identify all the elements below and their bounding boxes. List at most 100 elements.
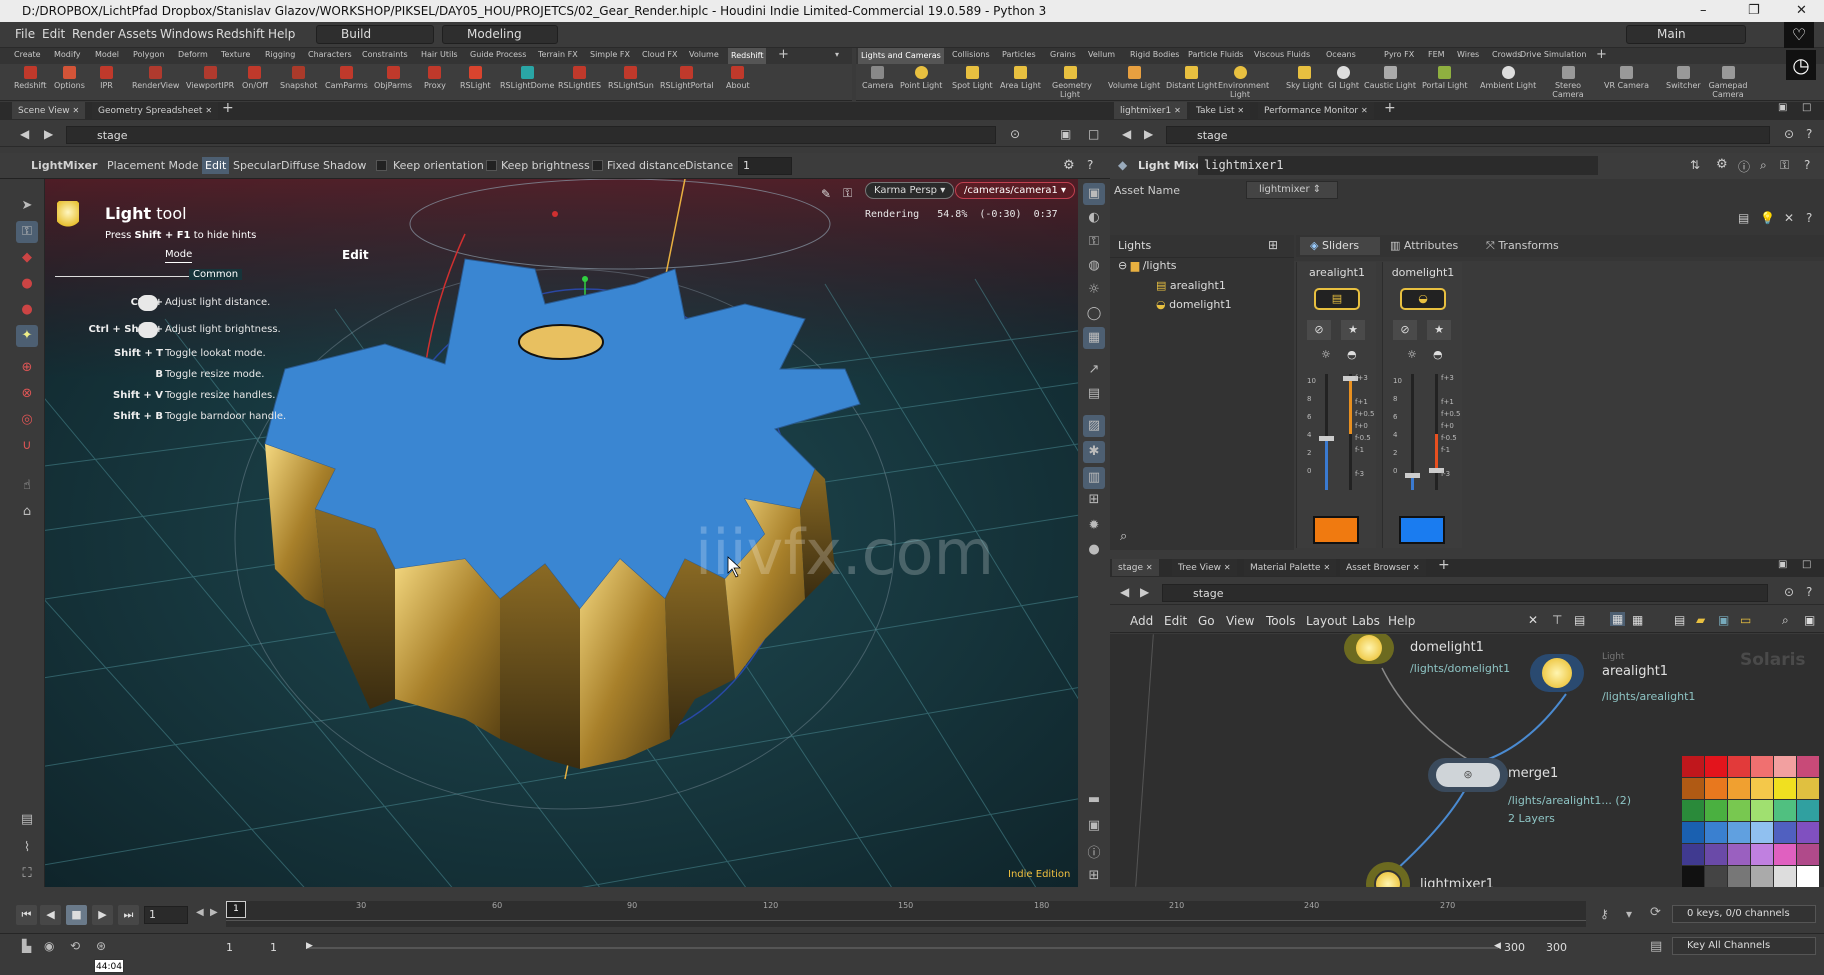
shelf-tool-volume-light[interactable]: Volume Light xyxy=(1108,66,1160,90)
mode-specular-button[interactable]: Specular xyxy=(230,157,284,174)
render-region-icon[interactable]: ▣ xyxy=(1083,815,1105,837)
layout-icon[interactable]: ▣ xyxy=(1778,102,1787,113)
grid-view-icon[interactable]: ▦ xyxy=(1610,612,1626,626)
tab-tree-view[interactable]: Tree View ✕ xyxy=(1172,559,1237,576)
rotate-icon[interactable]: ● xyxy=(16,299,38,321)
menu-windows[interactable]: Windows xyxy=(160,27,214,41)
node-arealight[interactable] xyxy=(1530,654,1584,692)
renderer-dropdown[interactable]: Karma Persp ▾ xyxy=(865,182,955,199)
tree-root-row[interactable]: ⊖ ▆ /lights xyxy=(1118,259,1177,272)
settings-icon[interactable]: ▣ xyxy=(1804,613,1815,627)
palette-swatch[interactable] xyxy=(1682,866,1704,887)
palette-swatch[interactable] xyxy=(1705,800,1727,821)
play-button[interactable]: ▶ xyxy=(92,905,113,925)
shelf-tab[interactable]: Wires xyxy=(1457,50,1479,59)
back-arrow-icon[interactable]: ◀ xyxy=(1120,585,1129,599)
palette-swatch[interactable] xyxy=(1774,756,1796,777)
range-start-a[interactable]: 1 xyxy=(226,941,233,954)
gear-icon[interactable]: ⚙ xyxy=(1716,157,1728,172)
close-icon[interactable]: ✕ xyxy=(1796,0,1807,22)
wrench-icon[interactable]: ✕ xyxy=(1528,613,1538,627)
close-tab-icon[interactable]: ✕ xyxy=(205,106,212,115)
pen-icon[interactable]: ✎ xyxy=(821,187,831,201)
node-name-field[interactable]: lightmixer1 xyxy=(1198,156,1598,175)
menu-edit[interactable]: Edit xyxy=(42,27,65,41)
display-icon[interactable]: ▣ xyxy=(1083,183,1105,205)
solo-star-icon[interactable]: ★ xyxy=(1427,320,1451,340)
step-back-button[interactable]: ◀ xyxy=(40,905,61,925)
geometry-icon[interactable]: ▦ xyxy=(1083,327,1105,349)
shelf-tab[interactable]: Cloud FX xyxy=(642,50,677,59)
mode-edit-button[interactable]: Edit xyxy=(202,157,230,174)
palette-swatch[interactable] xyxy=(1682,778,1704,799)
palette-swatch[interactable] xyxy=(1797,756,1819,777)
key-icon[interactable]: ⚷ xyxy=(1600,907,1609,921)
shelf-tool-viewportipr[interactable]: ViewportIPR xyxy=(186,66,234,90)
shelf-tab[interactable]: Rigid Bodies xyxy=(1130,50,1179,59)
viewer-path-field[interactable]: stage xyxy=(66,126,996,144)
palette-swatch[interactable] xyxy=(1774,800,1796,821)
shelf-tool-objparms[interactable]: ObjParms xyxy=(374,66,412,90)
magnet-icon[interactable]: ◎ xyxy=(16,409,38,431)
minimize-icon[interactable]: – xyxy=(1700,0,1707,22)
close-tab-icon[interactable]: ✕ xyxy=(1323,563,1330,572)
list-icon[interactable]: ▤ xyxy=(1574,613,1585,627)
sound-icon[interactable]: ◉ xyxy=(44,939,54,953)
select-arrow-icon[interactable]: ➤ xyxy=(16,195,38,217)
camera-dropdown[interactable]: /cameras/camera1 ▾ xyxy=(955,182,1076,199)
context-dropdown[interactable]: Modeling xyxy=(442,25,558,44)
viewport-scene[interactable]: iiivfx.com xyxy=(45,179,1078,887)
palette-swatch[interactable] xyxy=(1682,756,1704,777)
light-tool-icon[interactable]: ✦ xyxy=(16,325,38,347)
tree-icon[interactable]: ⊤ xyxy=(1552,613,1562,627)
palette-swatch[interactable] xyxy=(1774,866,1796,887)
menu-file[interactable]: File xyxy=(15,27,35,41)
palette-swatch[interactable] xyxy=(1751,800,1773,821)
box-icon[interactable]: ▭ xyxy=(1740,613,1751,627)
shelf-tool-proxy[interactable]: Proxy xyxy=(424,66,446,90)
shelf-tab[interactable]: Polygon xyxy=(133,50,164,59)
shelf-tool-about[interactable]: About xyxy=(726,66,750,90)
info-icon[interactable]: ⓘ xyxy=(1083,843,1105,865)
shelf-tab[interactable]: Particles xyxy=(1002,50,1036,59)
visibility-icon[interactable]: ◐ xyxy=(1083,207,1105,229)
shelf-tool-options[interactable]: Options xyxy=(54,66,85,90)
shelf-tool-area-light[interactable]: Area Light xyxy=(1000,66,1041,90)
shelf-tab[interactable]: Volume xyxy=(689,50,719,59)
step-left-icon[interactable]: ◀ xyxy=(196,907,204,918)
shelf-tab[interactable]: Collisions xyxy=(952,50,990,59)
move-icon[interactable]: ● xyxy=(16,273,38,295)
palette-swatch[interactable] xyxy=(1751,778,1773,799)
mute-icon[interactable]: ⊘ xyxy=(1307,320,1331,340)
shelf-tab[interactable]: Hair Utils xyxy=(421,50,458,59)
shelf-tool-rslighties[interactable]: RSLightIES xyxy=(558,66,601,90)
snap-icon[interactable]: ∪ xyxy=(16,435,38,457)
window-icon[interactable]: □ xyxy=(1802,559,1811,570)
tree-item-domelight[interactable]: ◒ domelight1 xyxy=(1156,298,1232,311)
shelf-tab[interactable]: FEM xyxy=(1428,50,1445,59)
tab-material-palette[interactable]: Material Palette ✕ xyxy=(1244,559,1337,576)
palette-swatch[interactable] xyxy=(1682,822,1704,843)
shelf-tool-sky-light[interactable]: Sky Light xyxy=(1286,66,1323,90)
params-path-field[interactable]: stage xyxy=(1166,126,1770,144)
close-tab-icon[interactable]: ✕ xyxy=(1224,563,1231,572)
key-all-channels-button[interactable]: Key All Channels xyxy=(1672,937,1816,955)
shelf-tool-gamepad-camera[interactable]: Gamepad Camera xyxy=(1706,66,1750,99)
node-merge[interactable]: ⊛ xyxy=(1428,758,1508,792)
shelf-tab[interactable]: Constraints xyxy=(362,50,408,59)
network-menu-layout[interactable]: Layout xyxy=(1306,614,1347,628)
subtab-sliders[interactable]: ◈ Sliders xyxy=(1300,237,1380,255)
palette-swatch[interactable] xyxy=(1797,800,1819,821)
shelf-tab[interactable]: Oceans xyxy=(1326,50,1356,59)
keys-channels-field[interactable]: 0 keys, 0/0 channels xyxy=(1672,905,1816,923)
range-handle-left[interactable]: ▶ xyxy=(306,941,313,951)
key-options-icon[interactable]: ▤ xyxy=(1650,939,1662,954)
transform-icon[interactable]: ⊕ xyxy=(16,357,38,379)
palette-swatch[interactable] xyxy=(1797,822,1819,843)
subtab-transforms[interactable]: ⤧ Transforms xyxy=(1478,237,1574,255)
display-options-icon[interactable]: ▤ xyxy=(16,809,38,831)
range-end-b[interactable]: 300 xyxy=(1546,941,1567,954)
camera-tool-icon[interactable]: ⌂ xyxy=(16,501,38,523)
palette-swatch[interactable] xyxy=(1705,866,1727,887)
step-right-icon[interactable]: ▶ xyxy=(210,907,218,918)
